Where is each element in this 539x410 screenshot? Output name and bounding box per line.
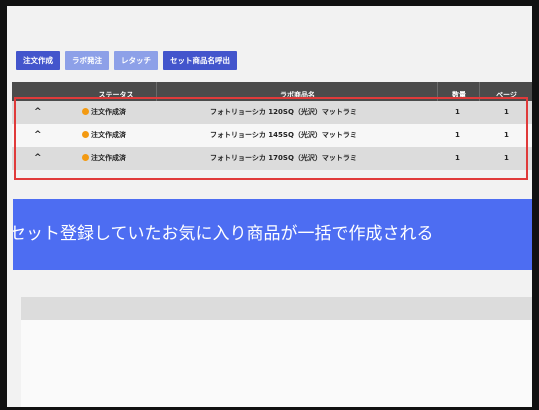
status-cell: 注文作成済 xyxy=(82,147,126,170)
status-label: 注文作成済 xyxy=(91,108,126,116)
caption-banner: セット登録していたお気に入り商品が一括で作成される xyxy=(13,199,532,270)
chevron-up-icon[interactable]: ^ xyxy=(34,124,42,147)
table-row[interactable]: ^ 注文作成済 フォトリョーシカ 120SQ（光沢）マットラミ 1 1 xyxy=(12,101,532,124)
status-dot-icon xyxy=(82,108,89,115)
status-cell: 注文作成済 xyxy=(82,101,126,124)
chevron-up-icon[interactable]: ^ xyxy=(34,101,42,124)
table-body: ^ 注文作成済 フォトリョーシカ 120SQ（光沢）マットラミ 1 1 ^ 注文… xyxy=(12,101,532,170)
table-row[interactable]: ^ 注文作成済 フォトリョーシカ 170SQ（光沢）マットラミ 1 1 xyxy=(12,147,532,170)
quantity-cell: 1 xyxy=(455,108,460,116)
column-header-expand xyxy=(12,82,86,101)
quantity-cell: 1 xyxy=(455,154,460,162)
status-label: 注文作成済 xyxy=(91,131,126,139)
product-name-cell: フォトリョーシカ 170SQ（光沢）マットラミ xyxy=(210,154,357,162)
column-header-status[interactable]: ステータス xyxy=(86,82,146,101)
status-label: 注文作成済 xyxy=(91,154,126,162)
column-header-pages[interactable]: ページ xyxy=(479,82,532,101)
status-dot-icon xyxy=(82,154,89,161)
screenshot-frame: 注文作成 ラボ発注 レタッチ セット商品名呼出 ステータス ラボ商品名 数量 ペ… xyxy=(0,0,539,410)
pages-cell: 1 xyxy=(504,154,509,162)
lab-order-button[interactable]: ラボ発注 xyxy=(65,51,109,70)
column-header-quantity[interactable]: 数量 xyxy=(437,82,480,101)
table-header: ステータス ラボ商品名 数量 ページ xyxy=(12,82,532,101)
status-dot-icon xyxy=(82,131,89,138)
load-set-product-button[interactable]: セット商品名呼出 xyxy=(163,51,237,70)
product-name-cell: フォトリョーシカ 145SQ（光沢）マットラミ xyxy=(210,131,357,139)
quantity-cell: 1 xyxy=(455,131,460,139)
empty-table-band xyxy=(21,297,532,320)
empty-area xyxy=(21,320,532,407)
column-header-product[interactable]: ラボ商品名 xyxy=(156,82,438,101)
pages-cell: 1 xyxy=(504,108,509,116)
product-name-cell: フォトリョーシカ 120SQ（光沢）マットラミ xyxy=(210,108,357,116)
create-order-button[interactable]: 注文作成 xyxy=(16,51,60,70)
pages-cell: 1 xyxy=(504,131,509,139)
status-cell: 注文作成済 xyxy=(82,124,126,147)
retouch-button[interactable]: レタッチ xyxy=(114,51,158,70)
table-row[interactable]: ^ 注文作成済 フォトリョーシカ 145SQ（光沢）マットラミ 1 1 xyxy=(12,124,532,147)
chevron-up-icon[interactable]: ^ xyxy=(34,147,42,170)
toolbar: 注文作成 ラボ発注 レタッチ セット商品名呼出 xyxy=(16,51,237,71)
